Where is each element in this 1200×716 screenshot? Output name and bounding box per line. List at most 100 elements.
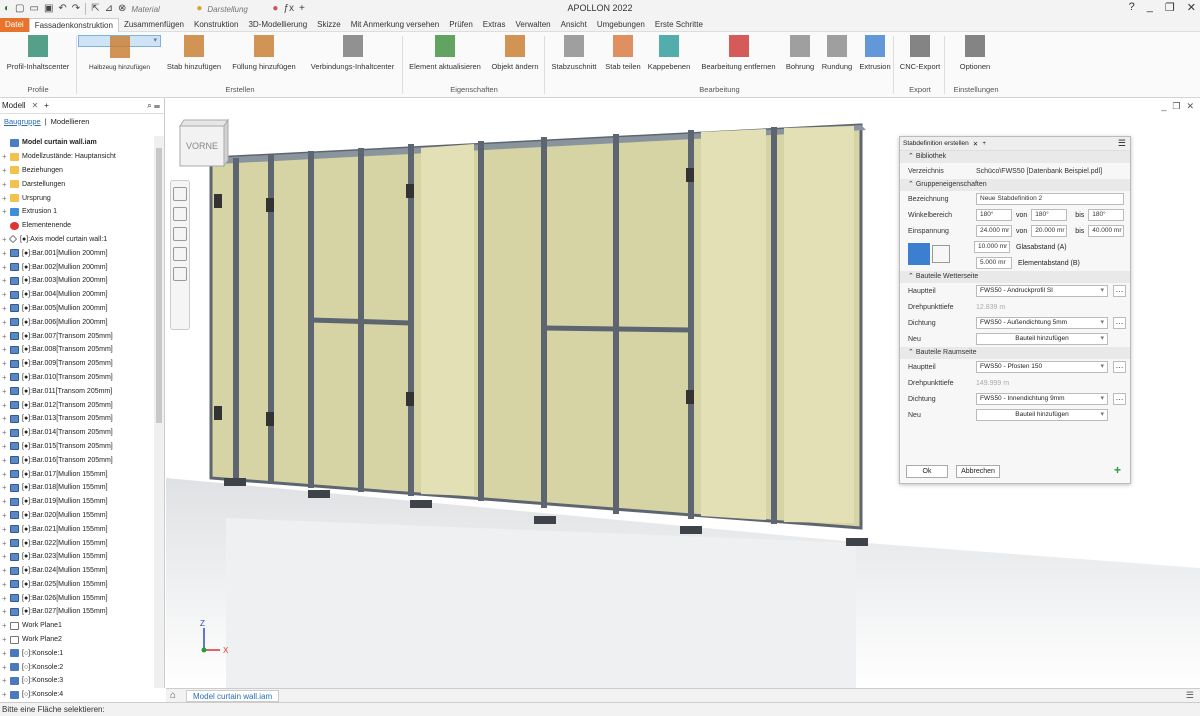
section-wetterseite[interactable]: ⌃ Bauteile Wetterseite [900,271,1130,283]
tree-item[interactable]: + [●]:Bar.005[Mullion 200mm] [0,302,153,316]
search-icon[interactable]: ⌕ ☰ [147,101,160,111]
einspannung-field[interactable]: 24.000 mr [976,225,1012,237]
expand-icon[interactable]: + [2,525,10,534]
menu-tab-3[interactable]: Konstruktion [189,18,243,32]
tree-item[interactable]: + [●]:Bar.010[Transom 205mm] [0,371,153,385]
expand-icon[interactable]: + [2,401,10,410]
menu-tab-12[interactable]: Erste Schritte [650,18,708,32]
appearance-icon[interactable]: ● [196,0,202,18]
menu-tab-11[interactable]: Umgebungen [592,18,650,32]
tree-item[interactable]: + [○]:Konsole:1 [0,646,153,660]
winkel-bis-field[interactable]: 180° [1088,209,1125,221]
expand-icon[interactable]: + [2,318,10,327]
menu-tab-8[interactable]: Extras [478,18,511,32]
minimize-icon[interactable]: _ [1147,1,1153,14]
tree-item[interactable]: + [●]:Bar.002[Mullion 200mm] [0,260,153,274]
menu-tab-7[interactable]: Prüfen [444,18,478,32]
winkel-von-field[interactable]: 180° [1031,209,1068,221]
tree-item[interactable]: + Darstellungen [0,177,153,191]
tree-item[interactable]: + Work Plane2 [0,633,153,647]
tree-item[interactable]: + Modellzustände: Hauptansicht [0,150,153,164]
steering-wheel-icon[interactable] [173,187,187,201]
expand-icon[interactable]: + [2,263,10,272]
tree-item[interactable]: + [●]:Bar.013[Transom 205mm] [0,412,153,426]
scrollbar-thumb[interactable] [156,148,162,423]
open-file-icon[interactable]: ▭ [30,0,39,18]
expand-icon[interactable]: + [2,456,10,465]
ribbon-button-7[interactable]: Stabzuschnitt [548,35,600,79]
ribbon-button-12[interactable]: Rundung [819,35,855,79]
tree-item[interactable]: + [●]:Bar.004[Mullion 200mm] [0,288,153,302]
ribbon-button-6[interactable]: Objekt ändern [487,35,543,79]
expand-icon[interactable]: + [2,180,10,189]
tree-item[interactable]: + [○]:Konsole:4 [0,688,153,702]
expand-icon[interactable]: + [2,442,10,451]
tree-item[interactable]: + [●]:Bar.014[Transom 205mm] [0,426,153,440]
darstellung-field[interactable] [207,4,268,14]
more-button[interactable]: … [1113,317,1126,329]
tree-item[interactable]: + [●]:Bar.021[Mullion 155mm] [0,522,153,536]
ribbon-button-15[interactable]: Optionen [956,35,994,79]
tree-item[interactable]: + [●]:Bar.026[Mullion 155mm] [0,591,153,605]
cancel-button[interactable]: Abbrechen [956,465,1000,478]
expand-icon[interactable]: + [2,345,10,354]
tree-item[interactable]: + [●]:Bar.006[Mullion 200mm] [0,315,153,329]
tree-item[interactable]: + Ursprung [0,191,153,205]
tree-item[interactable]: + Work Plane1 [0,619,153,633]
tree-item[interactable]: + [●]:Bar.007[Transom 205mm] [0,329,153,343]
expand-icon[interactable]: + [2,552,10,561]
color-icon[interactable]: ● [272,0,278,18]
tree-item[interactable]: + [○]:Konsole:3 [0,674,153,688]
redo-icon[interactable]: ↷ [72,0,80,18]
minimize-view-icon[interactable]: _ [1161,101,1166,112]
tab-stabdefinition[interactable]: Stabdefinition erstellen [903,140,969,147]
tree-item[interactable]: + [●]:Bar.018[Mullion 155mm] [0,481,153,495]
ribbon-button-4[interactable]: Verbindungs-Inhaltcenter [304,35,401,79]
menu-tab-4[interactable]: 3D-Modellierung [243,18,312,32]
restore-view-icon[interactable]: ❐ [1172,101,1180,112]
menu-tab-10[interactable]: Ansicht [556,18,592,32]
function-icon[interactable]: ƒx [283,0,294,18]
expand-icon[interactable]: + [2,304,10,313]
raum-hauptteil-select[interactable]: FWS50 - Pfosten 150 [976,361,1108,373]
section-bibliothek[interactable]: ⌃ Bibliothek [900,151,1130,163]
tree-item[interactable]: + Extrusion 1 [0,205,153,219]
wetter-hauptteil-select[interactable]: FWS50 - Andruckprofil SI [976,285,1108,297]
menu-tab-9[interactable]: Verwalten [510,18,555,32]
ribbon-button-8[interactable]: Stab teilen [602,35,644,79]
close-icon[interactable]: ✕ [973,140,978,148]
expand-icon[interactable]: + [2,511,10,520]
close-icon[interactable]: ✕ [32,101,39,110]
expand-icon[interactable]: + [2,663,10,672]
expand-icon[interactable]: + [2,676,10,685]
add-icon[interactable]: + [1111,464,1124,478]
zoom-icon[interactable] [173,227,187,241]
expand-icon[interactable]: + [2,621,10,630]
profile-mode-alt-icon[interactable] [932,245,950,263]
close-view-icon[interactable]: ✕ [1186,101,1194,112]
expand-icon[interactable]: + [2,359,10,368]
expand-icon[interactable]: + [2,428,10,437]
winkel-field[interactable]: 180° [976,209,1012,221]
ribbon-button-1[interactable]: Halbzeug hinzufügen [78,35,161,71]
tree-item[interactable]: + [●]:Axis model curtain wall:1 [0,233,153,247]
raum-dichtung-select[interactable]: FWS50 - Innendichtung 9mm [976,393,1108,405]
expand-icon[interactable]: + [2,290,10,299]
tree-item[interactable]: + [●]:Bar.025[Mullion 155mm] [0,578,153,592]
expand-icon[interactable]: + [2,594,10,603]
home-icon[interactable]: ⌂ [170,690,176,701]
tree-item[interactable]: + [●]:Bar.019[Mullion 155mm] [0,495,153,509]
einspannung-bis-field[interactable]: 40.000 mr [1088,225,1125,237]
ribbon-button-14[interactable]: CNC-Export [897,35,943,79]
close-icon[interactable]: ✕ [1187,1,1196,14]
expand-icon[interactable]: + [2,152,10,161]
ribbon-button-11[interactable]: Bohrung [783,35,817,79]
ribbon-button-2[interactable]: Stab hinzufügen [163,35,225,79]
browser-scrollbar[interactable] [154,136,164,688]
menu-tab-2[interactable]: Zusammenfügen [119,18,189,32]
einspannung-von-field[interactable]: 20.000 mr [1031,225,1068,237]
expand-icon[interactable]: + [2,470,10,479]
elementabstand-field[interactable]: 5.000 mr [976,257,1012,269]
save-icon[interactable]: ▣ [44,0,53,18]
tree-item[interactable]: + [●]:Bar.017[Mullion 155mm] [0,467,153,481]
